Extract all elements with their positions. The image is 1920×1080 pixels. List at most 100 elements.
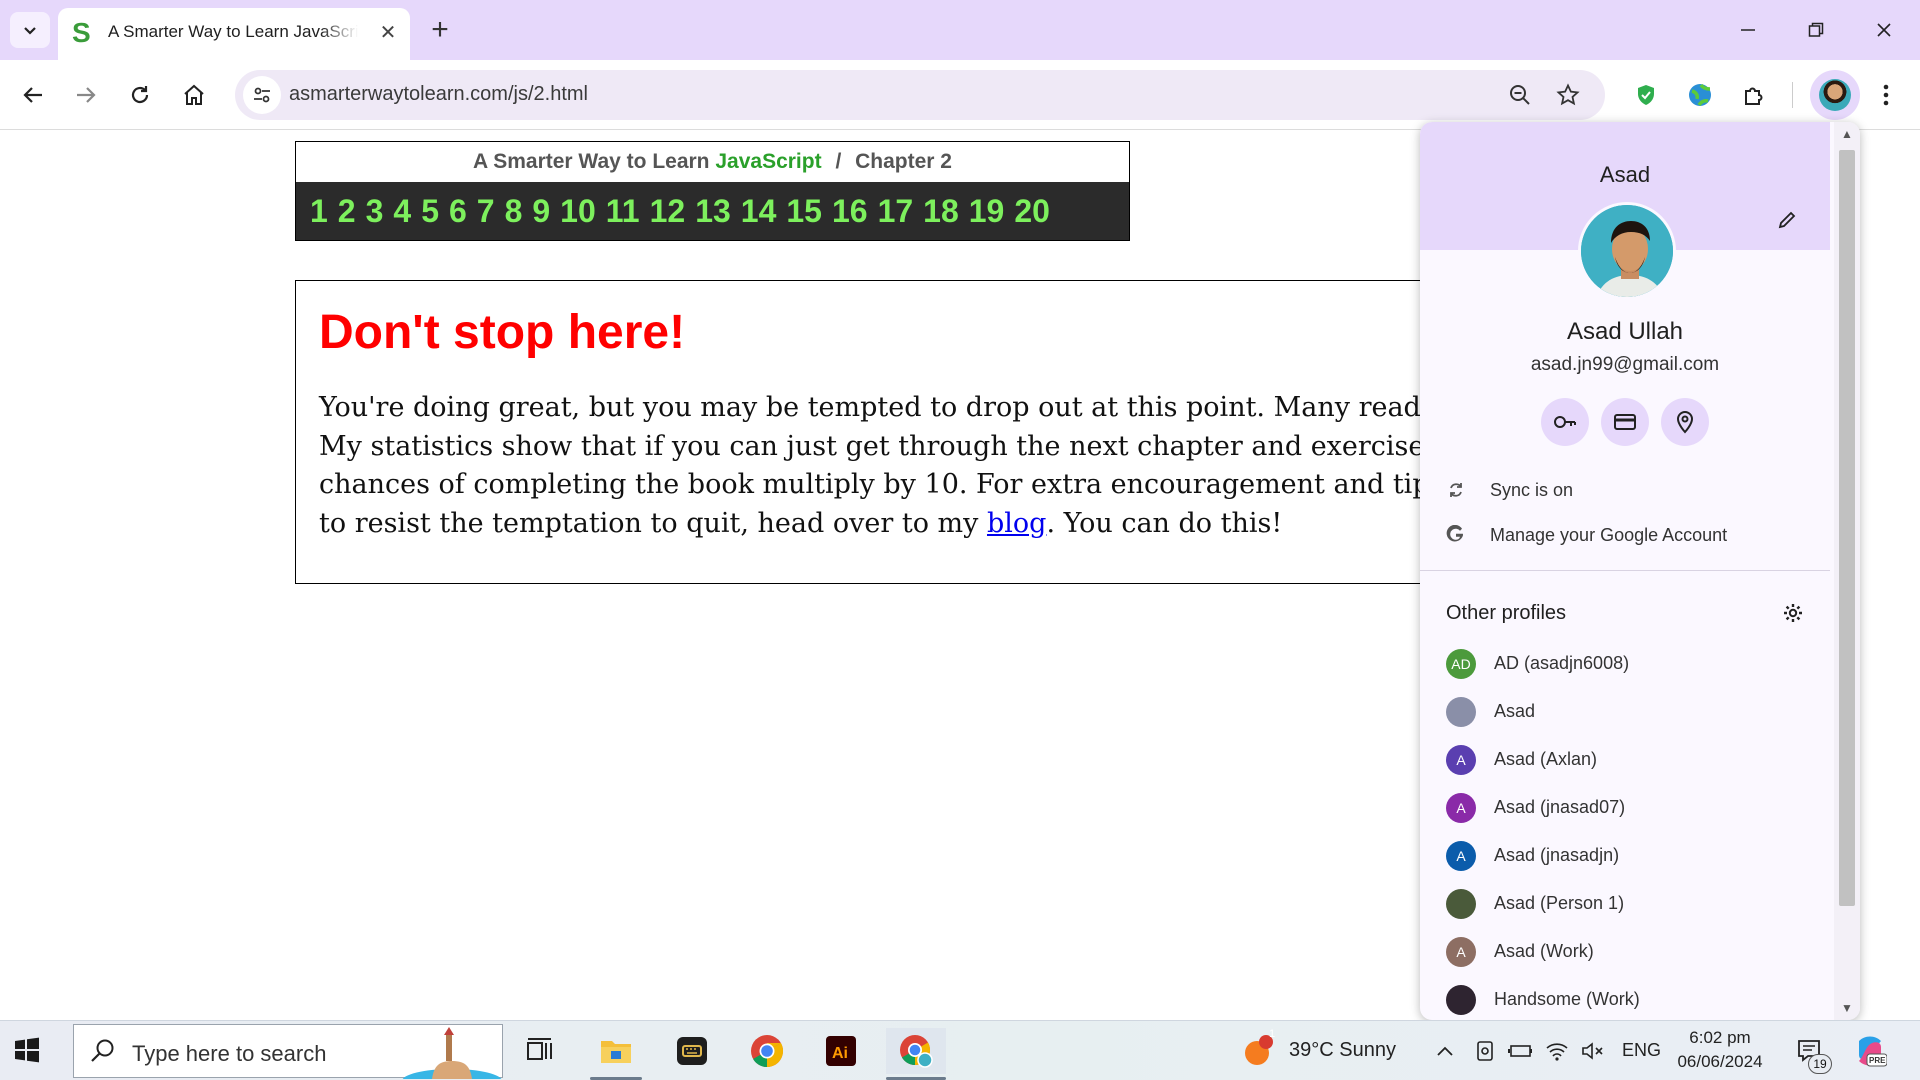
battery-button[interactable] <box>1506 1028 1536 1074</box>
book-title-brand[interactable]: JavaScript <box>715 150 821 173</box>
extension-adblock-button[interactable] <box>1626 75 1666 115</box>
windows-logo-icon <box>15 1037 39 1063</box>
chrome-button[interactable] <box>744 1028 790 1074</box>
new-tab-button[interactable]: + <box>424 14 456 46</box>
keyboard-app-button[interactable] <box>669 1028 715 1074</box>
weather-text[interactable]: 39°C Sunny <box>1289 1039 1396 1062</box>
taskbar-search-box[interactable]: Type here to search <box>73 1024 503 1079</box>
forward-button[interactable] <box>66 75 106 115</box>
chapter-link[interactable]: 12 <box>650 193 686 230</box>
profile-avatar-icon <box>1446 985 1476 1015</box>
file-explorer-button[interactable] <box>593 1028 639 1074</box>
chapter-link[interactable]: 9 <box>532 193 550 230</box>
scroll-down-icon[interactable]: ▼ <box>1839 1000 1855 1016</box>
profile-button[interactable] <box>1810 70 1860 120</box>
tab-search-button[interactable] <box>10 12 50 48</box>
panel-scrollbar[interactable]: ▲ ▼ <box>1834 122 1860 1020</box>
payment-methods-button[interactable] <box>1601 398 1649 446</box>
profile-row[interactable]: Asad (Person 1) <box>1420 880 1830 928</box>
addresses-button[interactable] <box>1661 398 1709 446</box>
message-line: chances of completing the book multiply … <box>319 469 1552 500</box>
google-icon <box>1444 523 1468 547</box>
reload-button[interactable] <box>120 75 160 115</box>
bookmark-button[interactable] <box>1553 80 1583 110</box>
blog-link[interactable]: blog <box>987 508 1046 539</box>
active-tab[interactable]: S A Smarter Way to Learn JavaScript ✕ <box>58 8 410 60</box>
passwords-button[interactable] <box>1541 398 1589 446</box>
language-indicator[interactable]: ENG <box>1622 1040 1661 1061</box>
profile-row[interactable]: A Asad (jnasad07) <box>1420 784 1830 832</box>
chapter-navigation: A Smarter Way to Learn JavaScript / Chap… <box>295 141 1130 241</box>
chapter-link[interactable]: 2 <box>338 193 356 230</box>
scrollbar-thumb[interactable] <box>1839 150 1855 906</box>
more-vertical-icon <box>1883 84 1889 106</box>
site-info-button[interactable] <box>243 76 281 114</box>
chapter-link[interactable]: 11 <box>606 193 640 230</box>
wifi-button[interactable] <box>1542 1028 1572 1074</box>
chapter-link[interactable]: 20 <box>1014 193 1050 230</box>
profile-row[interactable]: Asad <box>1420 688 1830 736</box>
chapter-link[interactable]: 15 <box>786 193 822 230</box>
sync-label: Sync is on <box>1490 480 1574 500</box>
tune-icon <box>254 87 270 103</box>
back-button[interactable] <box>13 75 53 115</box>
copilot-button[interactable]: PRE <box>1848 1028 1892 1074</box>
chapter-link[interactable]: 10 <box>560 193 596 230</box>
sync-icon <box>1444 478 1468 502</box>
chapter-link[interactable]: 14 <box>741 193 777 230</box>
chevron-up-icon <box>1437 1046 1453 1056</box>
profile-avatar-icon: A <box>1446 793 1476 823</box>
minimize-icon <box>1741 29 1755 31</box>
notification-count-badge: 19 <box>1808 1054 1832 1074</box>
chapter-link[interactable]: 13 <box>695 193 731 230</box>
message-line: My statistics show that if you can just … <box>319 430 1518 462</box>
profile-row[interactable]: A Asad (Work) <box>1420 928 1830 976</box>
restore-button[interactable] <box>1788 10 1844 50</box>
chapter-link[interactable]: 5 <box>421 193 439 230</box>
edit-profile-button[interactable] <box>1772 205 1802 235</box>
profile-name: Asad (Axlan) <box>1494 749 1598 769</box>
extensions-button[interactable] <box>1734 75 1774 115</box>
search-icon <box>91 1039 114 1062</box>
home-button[interactable] <box>174 75 214 115</box>
volume-button[interactable] <box>1578 1028 1608 1074</box>
chapter-link[interactable]: 18 <box>923 193 959 230</box>
chrome-profile-button[interactable] <box>886 1028 946 1074</box>
avatar <box>1819 79 1851 111</box>
chapter-link[interactable]: 1 <box>310 193 328 230</box>
task-view-icon <box>527 1038 552 1060</box>
manage-account-row[interactable]: Manage your Google Account <box>1420 513 1830 557</box>
profile-row[interactable]: AD AD (asadjn6008) <box>1420 640 1830 688</box>
manage-profiles-button[interactable] <box>1778 598 1808 628</box>
extension-globe-button[interactable] <box>1680 75 1720 115</box>
chapter-link[interactable]: 8 <box>505 193 523 230</box>
profile-row[interactable]: A Asad (Axlan) <box>1420 736 1830 784</box>
chapter-link[interactable]: 7 <box>477 193 495 230</box>
manage-account-label: Manage your Google Account <box>1490 525 1728 545</box>
chapter-link[interactable]: 16 <box>832 193 868 230</box>
globe-icon <box>1689 83 1711 107</box>
browser-menu-button[interactable] <box>1866 75 1906 115</box>
profile-row[interactable]: Handsome (Work) <box>1420 976 1830 1020</box>
profile-name: Asad (jnasad07) <box>1494 797 1626 817</box>
chapter-link[interactable]: 17 <box>878 193 914 230</box>
address-bar[interactable]: asmarterwaytolearn.com/js/2.html <box>235 70 1605 120</box>
scroll-up-icon[interactable]: ▲ <box>1839 126 1855 142</box>
chapter-link[interactable]: 4 <box>393 193 411 230</box>
chapter-link[interactable]: 3 <box>366 193 384 230</box>
close-tab-icon[interactable]: ✕ <box>376 20 400 44</box>
sync-status-row[interactable]: Sync is on <box>1420 468 1830 512</box>
minimize-button[interactable] <box>1720 10 1776 50</box>
task-view-button[interactable] <box>517 1028 563 1074</box>
chapter-link[interactable]: 6 <box>449 193 467 230</box>
clock[interactable]: 6:02 pm 06/06/2024 <box>1665 1026 1775 1074</box>
header-separator: / <box>835 150 842 173</box>
start-button[interactable] <box>14 1037 42 1065</box>
zoom-button[interactable] <box>1505 80 1535 110</box>
close-window-button[interactable] <box>1856 10 1912 50</box>
chapter-link[interactable]: 19 <box>969 193 1005 230</box>
profile-row[interactable]: A Asad (jnasadjn) <box>1420 832 1830 880</box>
illustrator-button[interactable]: Ai <box>818 1028 864 1074</box>
show-hidden-icons-button[interactable] <box>1430 1028 1460 1074</box>
meet-now-button[interactable] <box>1470 1028 1500 1074</box>
